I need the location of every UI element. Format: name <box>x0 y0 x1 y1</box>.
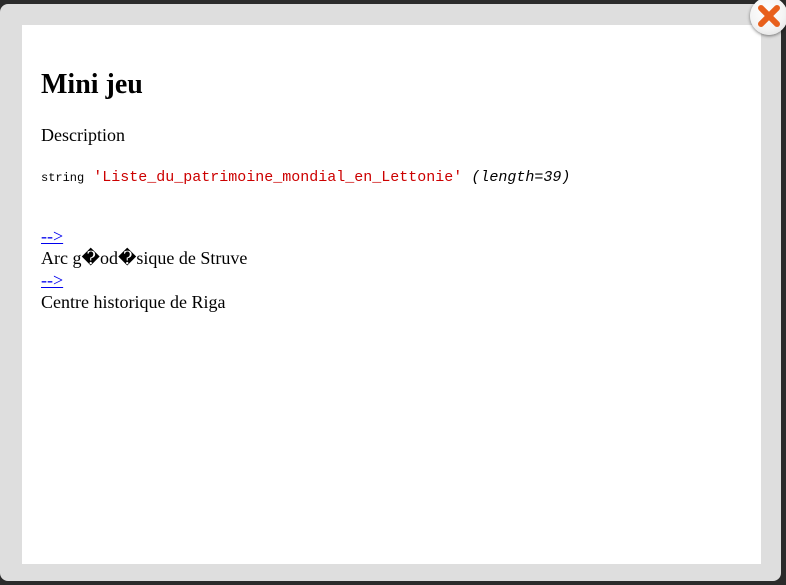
site-link-arrow[interactable]: --> <box>41 269 63 291</box>
modal-content: Mini jeu Description string 'Liste_du_pa… <box>22 25 761 564</box>
site-link-arrow[interactable]: --> <box>41 225 63 247</box>
site-name: Centre historique de Riga <box>41 292 226 312</box>
page-title: Mini jeu <box>41 69 143 100</box>
site-name: Arc g�od�sique de Struve <box>41 248 248 268</box>
var-dump-value: 'Liste_du_patrimoine_mondial_en_Lettonie… <box>93 169 463 186</box>
var-dump-type: string <box>41 171 85 185</box>
site-list: --> Arc g�od�sique de Struve --> Centre … <box>41 225 247 313</box>
var-dump: string 'Liste_du_patrimoine_mondial_en_L… <box>41 168 570 188</box>
description-text: Description <box>41 125 125 145</box>
var-dump-length: (length=39) <box>471 169 571 186</box>
modal-frame: Mini jeu Description string 'Liste_du_pa… <box>0 4 781 581</box>
close-button[interactable] <box>750 0 786 35</box>
close-icon <box>758 5 780 27</box>
